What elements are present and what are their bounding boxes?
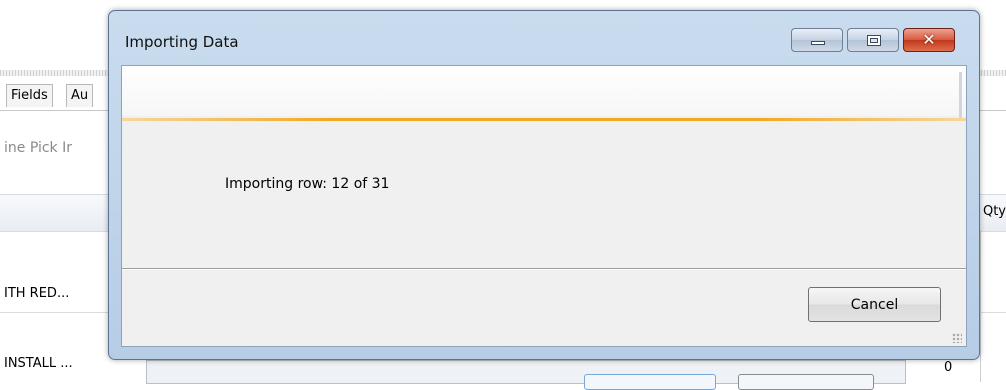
tab-fields[interactable]: Fields	[6, 84, 53, 107]
grid-divider	[980, 230, 981, 382]
table-row[interactable]: ITH RED...	[4, 286, 69, 301]
scrollbar-edge	[959, 72, 962, 118]
header-accent-rule	[122, 118, 966, 121]
background-button[interactable]	[738, 374, 874, 390]
dialog-client-area: Importing row: 12 of 31 Cancel	[121, 65, 967, 347]
close-button[interactable]: ✕	[903, 28, 955, 52]
resize-grip-icon[interactable]	[952, 333, 962, 343]
caption-buttons: ✕	[791, 28, 967, 54]
import-status-text: Importing row: 12 of 31	[225, 176, 390, 192]
qty-cell-value: 0	[944, 360, 953, 375]
close-icon: ✕	[922, 30, 936, 49]
minimize-button[interactable]	[791, 28, 843, 52]
table-row[interactable]: INSTALL ...	[4, 356, 73, 371]
dialog-title: Importing Data	[125, 33, 239, 51]
maximize-icon	[867, 35, 881, 46]
background-button[interactable]	[584, 374, 716, 390]
cancel-button[interactable]: Cancel	[808, 287, 941, 322]
footer-divider-highlight	[122, 269, 966, 270]
importing-data-dialog: Importing Data ✕ Importing row: 12 of 31…	[108, 10, 980, 360]
dialog-header-strip	[122, 66, 966, 116]
tab-au[interactable]: Au	[66, 84, 94, 107]
maximize-button[interactable]	[847, 28, 899, 52]
background-subtitle: ine Pick Ir	[4, 140, 72, 156]
column-header-qty[interactable]: Qty	[983, 204, 1006, 219]
minimize-icon	[811, 41, 825, 45]
